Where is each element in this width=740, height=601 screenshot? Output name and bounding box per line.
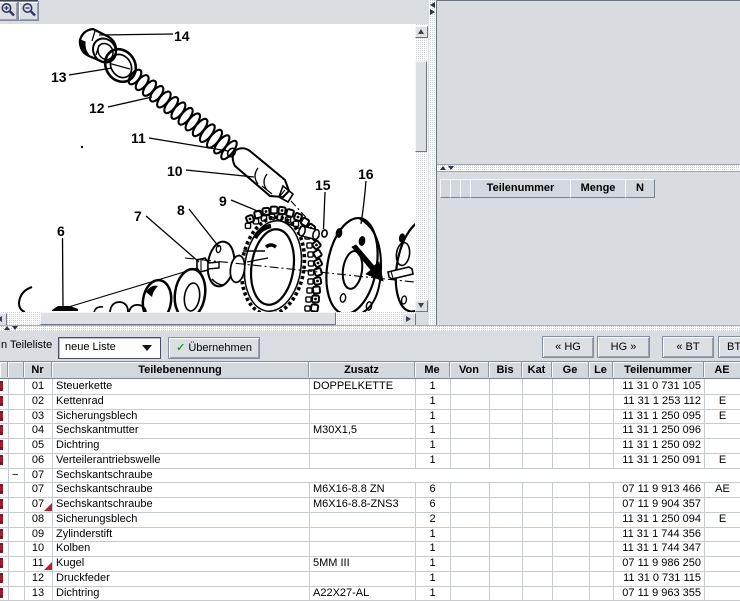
svg-text:16: 16: [358, 166, 374, 182]
svg-text:11: 11: [131, 130, 146, 146]
svg-text:7: 7: [134, 208, 142, 224]
svg-text:12: 12: [89, 100, 105, 116]
svg-text:14: 14: [174, 28, 190, 44]
svg-text:8: 8: [177, 202, 185, 218]
svg-text:10: 10: [167, 163, 183, 179]
svg-text:15: 15: [315, 177, 331, 193]
svg-text:6: 6: [57, 223, 65, 239]
svg-text:9: 9: [219, 193, 227, 209]
svg-text:13: 13: [51, 69, 67, 85]
